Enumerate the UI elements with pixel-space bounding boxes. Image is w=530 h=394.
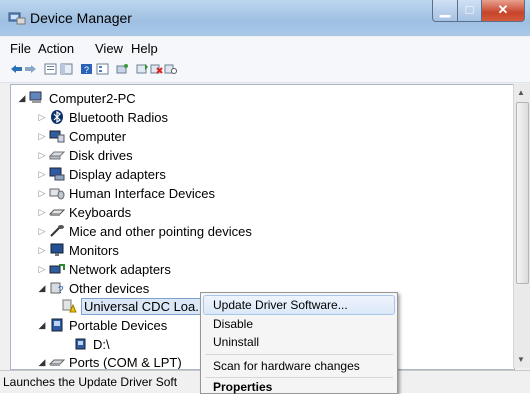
status-text: Launches the Update Driver Soft xyxy=(3,375,178,389)
expand-arrow-icon[interactable]: ▷ xyxy=(37,264,47,275)
tree-root-label: Computer2-PC xyxy=(49,90,136,106)
tree-item-label: Keyboards xyxy=(69,204,132,220)
toolbar: ? xyxy=(0,58,530,83)
uninstall-menu-item[interactable]: Uninstall xyxy=(213,335,259,349)
collapse-arrow-icon[interactable]: ◢ xyxy=(37,320,47,331)
device-manager-icon xyxy=(8,12,26,25)
tree-item-label: Computer xyxy=(69,128,127,144)
bluetooth-icon xyxy=(51,110,63,124)
tree-item-label-selected: Universal CDC Loa... xyxy=(81,297,210,315)
other-devices-icon: ? xyxy=(50,282,64,295)
scan-hardware-menu-item[interactable]: Scan for hardware changes xyxy=(213,359,360,373)
drive-icon xyxy=(75,338,86,350)
expand-arrow-icon[interactable]: ▷ xyxy=(37,226,47,237)
tree-item-mice[interactable]: ▷ Mice and other pointing devices xyxy=(37,222,252,240)
keyboard-icon xyxy=(49,209,65,216)
update-driver-menu-item[interactable]: Update Driver Software... xyxy=(213,298,348,312)
scan-icon[interactable] xyxy=(116,63,129,75)
tree-root[interactable]: ◢ Computer2-PC xyxy=(17,89,136,107)
tree-item-label: Human Interface Devices xyxy=(69,185,215,201)
portable-device-icon xyxy=(51,318,63,332)
tree-item-label: Display adapters xyxy=(69,166,166,182)
svg-text:?: ? xyxy=(58,285,64,295)
hid-icon xyxy=(49,188,65,200)
maximize-button[interactable]: □ xyxy=(457,0,482,22)
tree-item-disk-drives[interactable]: ▷ Disk drives xyxy=(37,146,133,164)
expand-arrow-icon[interactable]: ▷ xyxy=(37,245,47,256)
tree-item-label: Portable Devices xyxy=(69,317,168,333)
tree-item-network-adapters[interactable]: ▷ Network adapters xyxy=(37,260,171,278)
context-menu-separator xyxy=(205,354,393,355)
computer-icon xyxy=(29,91,42,103)
expand-arrow-icon[interactable]: ▷ xyxy=(37,169,47,180)
tree-item-bluetooth[interactable]: ▷ Bluetooth Radios xyxy=(37,108,168,126)
back-icon[interactable] xyxy=(10,63,23,75)
context-menu: Update Driver Software... Disable Uninst… xyxy=(200,292,398,394)
show-hide-icon[interactable] xyxy=(60,63,73,75)
warning-device-icon xyxy=(62,299,77,313)
vertical-scrollbar[interactable]: ▲ ▼ xyxy=(513,84,530,368)
tree-item-label: D:\ xyxy=(93,336,110,352)
menu-action[interactable]: Action xyxy=(38,41,74,56)
tree-item-label: Disk drives xyxy=(69,147,133,163)
tree-item-keyboards[interactable]: ▷ Keyboards xyxy=(37,203,132,221)
uninstall-icon[interactable] xyxy=(150,63,163,75)
forward-icon[interactable] xyxy=(24,63,37,75)
port-icon xyxy=(49,359,65,366)
menu-view[interactable]: View xyxy=(95,41,123,56)
tree-item-computer[interactable]: ▷ Computer xyxy=(37,127,127,145)
network-adapter-icon xyxy=(49,264,65,274)
tree-item-label: Other devices xyxy=(69,280,150,296)
close-button[interactable]: ✕ xyxy=(481,0,525,22)
context-menu-separator xyxy=(205,377,393,378)
tree-item-label: Monitors xyxy=(69,242,119,258)
svg-text:?: ? xyxy=(84,65,89,75)
expand-arrow-icon[interactable]: ▷ xyxy=(37,131,47,142)
expand-arrow-icon[interactable]: ▷ xyxy=(37,207,47,218)
tree-item-ports[interactable]: ◢ Ports (COM & LPT) xyxy=(37,353,182,370)
computer-icon xyxy=(49,130,65,143)
menu-help[interactable]: Help xyxy=(131,41,158,56)
scroll-up-icon[interactable]: ▲ xyxy=(517,88,525,97)
collapse-arrow-icon[interactable]: ◢ xyxy=(37,283,47,294)
tree-item-label: Ports (COM & LPT) xyxy=(69,354,182,370)
title-bar[interactable]: Device Manager ▁ □ ✕ xyxy=(0,0,530,36)
tree-item-hid[interactable]: ▷ Human Interface Devices xyxy=(37,184,215,202)
menu-file[interactable]: File xyxy=(10,41,31,56)
tree-item-display-adapters[interactable]: ▷ Display adapters xyxy=(37,165,166,183)
disable-menu-item[interactable]: Disable xyxy=(213,317,253,331)
tree-item-other-devices[interactable]: ◢ ? Other devices xyxy=(37,279,150,297)
collapse-arrow-icon[interactable]: ◢ xyxy=(17,93,27,104)
display-adapter-icon xyxy=(49,167,65,181)
tree-item-label: Bluetooth Radios xyxy=(69,109,169,125)
tree-item-portable-devices[interactable]: ◢ Portable Devices xyxy=(37,316,168,334)
collapse-arrow-icon[interactable]: ◢ xyxy=(37,357,47,368)
expand-arrow-icon[interactable]: ▷ xyxy=(37,150,47,161)
expand-arrow-icon[interactable]: ▷ xyxy=(37,112,47,123)
scroll-thumb[interactable] xyxy=(516,102,529,284)
device-manager-window: Device Manager ▁ □ ✕ File Action View He… xyxy=(0,0,530,394)
tree-item-label: Network adapters xyxy=(69,261,171,277)
tree-item-monitors[interactable]: ▷ Monitors xyxy=(37,241,119,259)
tree-item-drive-d[interactable]: D:\ xyxy=(71,335,110,353)
scroll-down-icon[interactable]: ▼ xyxy=(517,355,525,364)
menu-bar: File Action View Help xyxy=(0,37,530,59)
minimize-button[interactable]: ▁ xyxy=(432,0,458,22)
disk-drive-icon xyxy=(49,151,65,160)
expand-arrow-icon[interactable]: ▷ xyxy=(37,188,47,199)
tree-item-universal-cdc[interactable]: Universal CDC Loa... xyxy=(59,297,210,315)
mouse-icon xyxy=(50,225,64,237)
update-driver-icon[interactable] xyxy=(136,63,149,75)
properties-icon[interactable] xyxy=(44,63,57,75)
window-title: Device Manager xyxy=(30,10,132,26)
disable-icon[interactable] xyxy=(164,63,177,75)
console-tree-icon[interactable] xyxy=(96,63,109,75)
help-icon[interactable]: ? xyxy=(80,63,93,75)
tree-item-label: Mice and other pointing devices xyxy=(69,223,252,239)
monitor-icon xyxy=(50,243,64,256)
